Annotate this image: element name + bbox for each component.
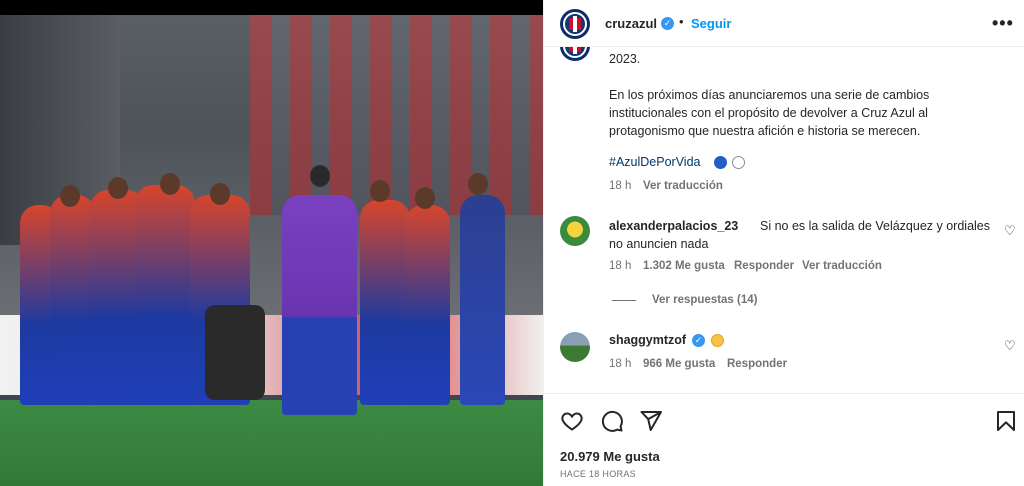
comment-username[interactable]: shaggymtzof [609,333,686,347]
post-header: cruzazul ✓ • Seguir ••• [544,0,1024,47]
account-avatar[interactable] [560,9,590,39]
comment-reply-button[interactable]: Responder [727,358,787,370]
caption-text: En los próximos días anunciaremos una se… [609,88,930,138]
top-black-bar [0,0,543,15]
comment-translate-link[interactable]: Ver traducción [802,260,882,272]
blue-heart-emoji-icon [714,156,727,169]
view-replies-button[interactable]: Ver respuestas (14) [652,294,757,306]
comment-time[interactable]: 18 h [609,260,631,272]
post-likes-count[interactable]: 20.979 Me gusta [560,449,660,464]
caption-year-line: 2023. [609,52,641,66]
verified-badge-icon: ✓ [692,334,705,347]
post-photo[interactable] [0,15,543,486]
more-options-icon[interactable]: ••• [992,13,1014,34]
save-bookmark-icon[interactable] [994,409,1018,433]
share-send-icon[interactable] [639,409,663,433]
caption-translate-link[interactable]: Ver traducción [643,180,723,192]
comment-likes-count[interactable]: 966 Me gusta [643,358,715,370]
account-username[interactable]: cruzazul [605,16,657,31]
caption-avatar[interactable] [560,47,590,61]
comment-avatar[interactable] [560,216,590,246]
comment-reply-button[interactable]: Responder [734,260,794,272]
comment-like-heart-icon[interactable]: ♡ [1004,223,1016,239]
like-heart-icon[interactable] [560,409,584,433]
verified-badge-icon: ✓ [661,17,674,30]
post-time-ago[interactable]: HACE 18 HORAS [560,469,636,479]
comment-bubble-icon[interactable] [600,409,624,433]
separator-dot: • [679,14,684,29]
flushed-face-emoji-icon [711,334,724,347]
team-huddle [20,165,520,415]
caption-time[interactable]: 18 h [609,180,631,192]
comment-likes-count[interactable]: 1.302 Me gusta [643,260,725,272]
comment-time[interactable]: 18 h [609,358,631,370]
post-actions-bar: 20.979 Me gusta HACE 18 HORAS [544,393,1024,486]
comment-like-heart-icon[interactable]: ♡ [1004,338,1016,354]
white-heart-emoji-icon [732,156,745,169]
post-panel: cruzazul ✓ • Seguir ••• 2023. En los pró… [543,0,1024,486]
comment-avatar[interactable] [560,332,590,362]
comment-text: Si no es la salida de Velázquez y ordial… [609,219,991,251]
caption-hashtag[interactable]: #AzulDePorVida [609,155,701,169]
follow-button[interactable]: Seguir [691,16,731,31]
replies-divider [612,300,636,301]
